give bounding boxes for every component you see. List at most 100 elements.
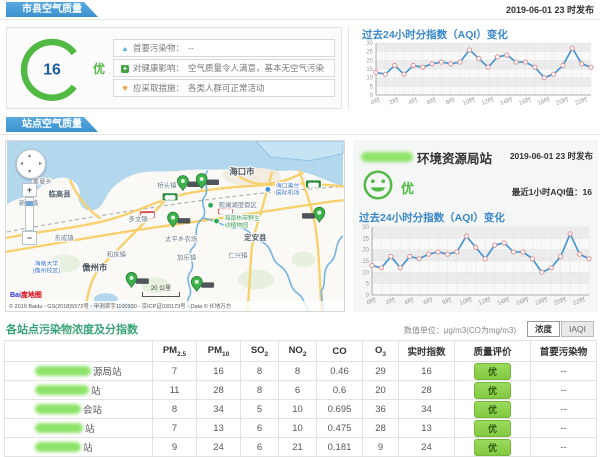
column-header: SO2 bbox=[241, 341, 279, 362]
svg-text:22时: 22时 bbox=[572, 295, 587, 307]
station-chart-title: 过去24小时分指数（AQI）变化 bbox=[359, 210, 505, 225]
tab-station-air-quality[interactable]: 站点空气质量 bbox=[6, 117, 98, 132]
svg-text:20时: 20时 bbox=[555, 95, 570, 107]
map-zoom-in-button[interactable]: + bbox=[22, 183, 37, 197]
map-label: 太平乡农场 bbox=[165, 234, 198, 243]
poi-icon[interactable] bbox=[265, 186, 271, 192]
station-name: 环境资源局站 bbox=[417, 148, 492, 167]
svg-text:5: 5 bbox=[370, 84, 374, 90]
map-scale-label: 20 公里 bbox=[151, 286, 171, 292]
svg-text:G98: G98 bbox=[165, 195, 175, 201]
cell-value: 10 bbox=[279, 400, 317, 419]
poi-icon[interactable] bbox=[214, 218, 220, 224]
map-label: 多文镇 bbox=[129, 214, 149, 223]
divider bbox=[0, 134, 600, 135]
cell-station-name: 站 bbox=[5, 438, 153, 457]
station-name-suffix: 源局站 bbox=[93, 367, 122, 378]
toggle-iaqi[interactable]: IAQI bbox=[561, 321, 594, 337]
map-pan-control[interactable]: ▴ ▾ ◂ ▸ bbox=[16, 149, 46, 179]
cell-value: 28 bbox=[363, 419, 399, 438]
quality-eval-badge[interactable]: 优 bbox=[474, 382, 511, 399]
map[interactable]: G98G225G98G224 海口市儋州市临高县定安县美夏乡桥头镇新盈镇多文镇东… bbox=[5, 140, 345, 312]
table-row: 源局站716880.462916优-- bbox=[5, 362, 597, 381]
quality-eval-badge[interactable]: 优 bbox=[474, 439, 511, 456]
map-label: 海口市 bbox=[229, 167, 255, 177]
map-label: 儋州市 bbox=[82, 262, 108, 272]
svg-text:16时: 16时 bbox=[518, 95, 533, 107]
cell-evaluation: 优 bbox=[455, 419, 531, 438]
cell-evaluation: 优 bbox=[455, 400, 531, 419]
quality-eval-badge[interactable]: 优 bbox=[474, 420, 511, 437]
svg-text:18时: 18时 bbox=[534, 295, 549, 307]
cell-value: 8 bbox=[241, 381, 279, 400]
road-shield: G98 bbox=[162, 193, 178, 201]
cell-evaluation: 优 bbox=[455, 362, 531, 381]
vertical-divider bbox=[348, 27, 349, 109]
city-aqi-chart: 0510152025300时2时4时6时8时10时12时14时16时18时20时… bbox=[360, 40, 596, 108]
svg-text:15: 15 bbox=[366, 67, 373, 73]
cell-value: 28 bbox=[197, 381, 241, 400]
svg-text:22时: 22时 bbox=[574, 95, 589, 107]
column-header bbox=[5, 341, 153, 362]
map-pan-left[interactable]: ◂ bbox=[20, 161, 23, 167]
map-zoom-out-button[interactable]: − bbox=[22, 231, 37, 245]
cell-value: 24 bbox=[197, 438, 241, 457]
aqi-info-box: ▲首要污染物：--+对健康影响：空气质量令人满意，基本无空气污染♥应采取措施：各… bbox=[113, 37, 335, 99]
svg-text:30: 30 bbox=[362, 225, 369, 231]
map-label: 定安县 bbox=[244, 232, 267, 242]
cell-value: 10 bbox=[279, 419, 317, 438]
cell-value: 29 bbox=[363, 362, 399, 381]
svg-text:G224: G224 bbox=[219, 209, 231, 215]
info-label: 应采取措施： bbox=[133, 82, 184, 94]
map-attribution: © 2019 Baidu - GS(2018)5572号 - 甲测资字11009… bbox=[6, 301, 344, 311]
station-latest-aqi: 最近1小时AQI值：16 bbox=[512, 186, 592, 198]
map-pan-right[interactable]: ▸ bbox=[39, 161, 42, 167]
toggle-concentration[interactable]: 浓度 bbox=[527, 321, 560, 337]
tab-city-air-quality[interactable]: 市县空气质量 bbox=[6, 2, 98, 17]
aqi-value: 16 bbox=[43, 62, 61, 79]
cell-value: 11 bbox=[153, 381, 197, 400]
column-header: 实时指数 bbox=[399, 341, 455, 362]
cell-value: 0.475 bbox=[317, 419, 363, 438]
poi-icon[interactable] bbox=[208, 202, 214, 208]
map-zoom-handle[interactable] bbox=[26, 201, 33, 206]
column-header: 质量评价 bbox=[455, 341, 531, 362]
svg-text:6时: 6时 bbox=[422, 296, 433, 306]
svg-text:15: 15 bbox=[362, 259, 369, 265]
baidu-logo: Bai度地图 bbox=[10, 290, 42, 300]
measure-icon: ♥ bbox=[119, 83, 131, 93]
table-row: 站7136100.4752813优-- bbox=[5, 419, 597, 438]
quality-eval-badge[interactable]: 优 bbox=[474, 363, 511, 380]
pollutant-table: PM2.5PM10SO2NO2COO3实时指数质量评价首要污染物 源局站7168… bbox=[4, 340, 597, 457]
station-name-suffix: 会站 bbox=[83, 405, 102, 416]
cell-primary-pollutant: -- bbox=[531, 438, 597, 457]
map-label: 国际机场 bbox=[276, 188, 300, 196]
info-row: ▲首要污染物：-- bbox=[113, 39, 335, 57]
cell-value: 0.6 bbox=[317, 381, 363, 400]
cell-value: 6 bbox=[241, 419, 279, 438]
station-name-suffix: 站 bbox=[85, 424, 95, 435]
city-publish-time: 2019-06-01 23 时发布 bbox=[506, 3, 594, 16]
map-label: 加乐镇 bbox=[177, 253, 197, 262]
cell-station-name: 源局站 bbox=[5, 362, 153, 381]
station-name-redacted bbox=[35, 423, 83, 433]
column-header: PM2.5 bbox=[153, 341, 197, 362]
map-pan-up[interactable]: ▴ bbox=[28, 153, 31, 159]
station-name-redacted bbox=[35, 442, 81, 452]
station-publish-time: 2019-06-01 23 时发布 bbox=[510, 150, 593, 162]
svg-text:0: 0 bbox=[366, 293, 370, 299]
map-zoom-slider[interactable] bbox=[25, 197, 34, 231]
cell-value: 5 bbox=[241, 400, 279, 419]
svg-text:4时: 4时 bbox=[403, 296, 414, 306]
info-row: ♥应采取措施：各类人群可正常活动 bbox=[113, 79, 335, 97]
column-header: 首要污染物 bbox=[531, 341, 597, 362]
cell-primary-pollutant: -- bbox=[531, 381, 597, 400]
divider bbox=[0, 19, 600, 20]
map-scale: 20 公里 bbox=[142, 283, 180, 297]
quality-eval-badge[interactable]: 优 bbox=[474, 401, 511, 418]
map-pan-down[interactable]: ▾ bbox=[28, 169, 31, 175]
info-label: 对健康影响： bbox=[133, 62, 184, 74]
svg-text:10时: 10时 bbox=[462, 95, 477, 107]
map-label: 海口美兰 bbox=[276, 181, 300, 189]
cell-value: 8 bbox=[279, 362, 317, 381]
